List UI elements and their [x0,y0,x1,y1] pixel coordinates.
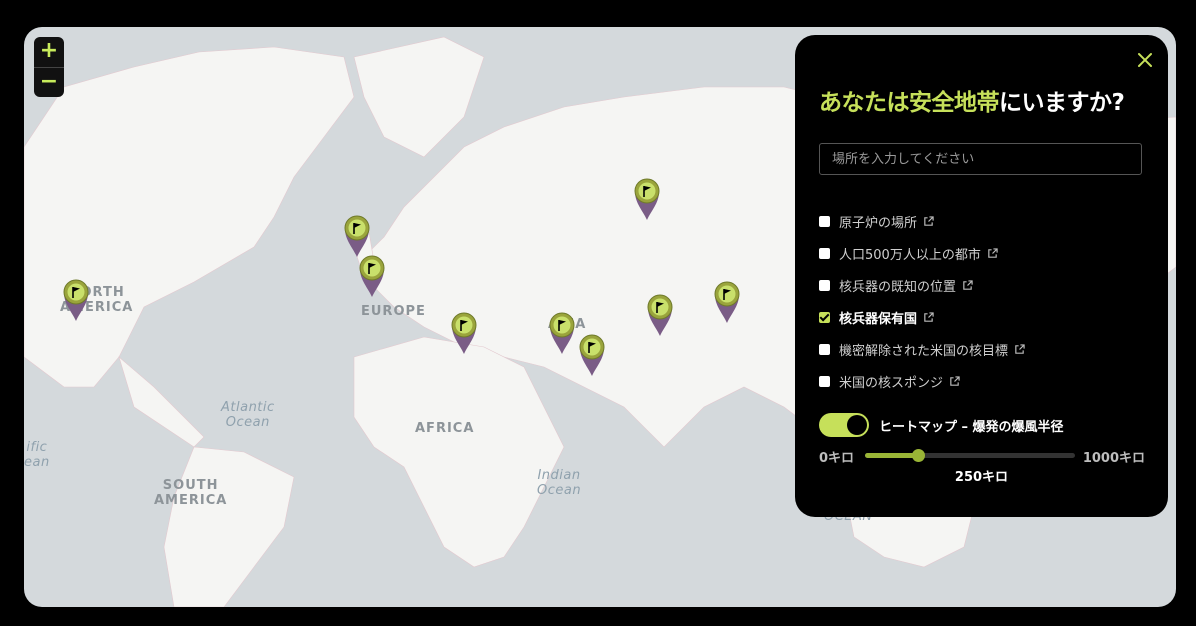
layer-option[interactable]: 人口500万人以上の都市 [819,237,1025,269]
map-marker[interactable] [633,177,661,221]
range-value-label: 250キロ [954,470,1009,485]
continent-label-europe: EUROPE [361,304,426,319]
flag-icon [451,312,477,354]
zoom-control: + − [34,37,64,97]
heatmap-toggle[interactable] [819,413,869,437]
heatmap-toggle-knob [847,415,867,435]
layer-option-label: 機密解除された米国の核目標 [839,343,1009,359]
layer-option-label: 原子炉の場所 [839,215,918,231]
layer-checkbox[interactable] [819,279,830,291]
ocean-label-pacific: ific ean [24,440,50,470]
range-slider-thumb[interactable] [911,449,925,462]
safety-panel: あなたは安全地帯にいますか? 原子炉の場所人口500万人以上の都市核兵器の既知の… [795,35,1168,517]
map-marker[interactable] [548,311,576,355]
flag-icon [549,312,575,354]
external-link-icon[interactable] [1014,343,1025,355]
external-link-icon[interactable] [923,215,934,227]
location-search-input[interactable] [819,143,1142,175]
layer-option-label: 米国の核スポンジ [839,375,944,391]
map-marker[interactable] [343,214,371,258]
layer-option-label: 人口500万人以上の都市 [839,247,981,263]
zoom-out-button[interactable]: − [34,67,64,97]
range-min-label: 0キロ [819,451,855,466]
flag-icon [344,215,370,257]
continent-label-south-america: SOUTH AMERICA [154,478,228,508]
zoom-in-button[interactable]: + [34,37,64,67]
continent-label-africa: AFRICA [415,421,475,436]
map-marker[interactable] [646,293,674,337]
range-slider-track[interactable] [865,449,1075,462]
panel-title-highlight: あなたは安全地帯 [819,90,1000,116]
layer-checkbox[interactable] [819,311,830,323]
flag-icon [634,178,660,220]
panel-title: あなたは安全地帯にいますか? [819,83,1125,117]
layer-option[interactable]: 機密解除された米国の核目標 [819,333,1025,365]
flag-icon [714,281,740,323]
external-link-icon[interactable] [923,311,934,323]
layer-option-label: 核兵器の既知の位置 [839,279,957,295]
map-marker[interactable] [450,311,478,355]
map-marker[interactable] [62,278,90,322]
layer-options: 原子炉の場所人口500万人以上の都市 核兵器の既知の位置 核兵器保有国機密解除された… [819,205,1025,397]
layer-checkbox[interactable] [819,215,830,227]
layer-option-label: 核兵器保有国 [839,311,918,327]
external-link-icon[interactable] [987,247,998,259]
flag-icon [359,255,385,297]
flag-icon [63,279,89,321]
layer-checkbox[interactable] [819,343,830,355]
map-marker[interactable] [578,333,606,377]
heatmap-label: ヒートマップ – 爆発の爆風半径 [879,419,1064,435]
range-slider-fill [865,453,918,458]
map-marker[interactable] [713,280,741,324]
ocean-label-indian: Indian Ocean [537,468,582,498]
layer-option[interactable]: 米国の核スポンジ [819,365,1025,397]
layer-option[interactable]: 核兵器保有国 [819,301,1025,333]
layer-checkbox[interactable] [819,375,830,387]
ocean-label-atlantic: Atlantic Ocean [221,400,275,430]
range-max-label: 1000キロ [1082,451,1145,466]
close-icon[interactable] [1136,51,1154,69]
external-link-icon[interactable] [962,279,973,291]
map-marker[interactable] [358,254,386,298]
layer-option[interactable]: 核兵器の既知の位置 [819,269,1025,301]
flag-icon [579,334,605,376]
layer-checkbox[interactable] [819,247,830,259]
flag-icon [647,294,673,336]
panel-title-rest: にいますか? [999,90,1125,116]
blast-radius-range: 0キロ 1000キロ [819,445,1145,466]
layer-option[interactable]: 原子炉の場所 [819,205,1025,237]
heatmap-row: ヒートマップ – 爆発の爆風半径 [819,413,1064,437]
external-link-icon[interactable] [949,375,960,387]
